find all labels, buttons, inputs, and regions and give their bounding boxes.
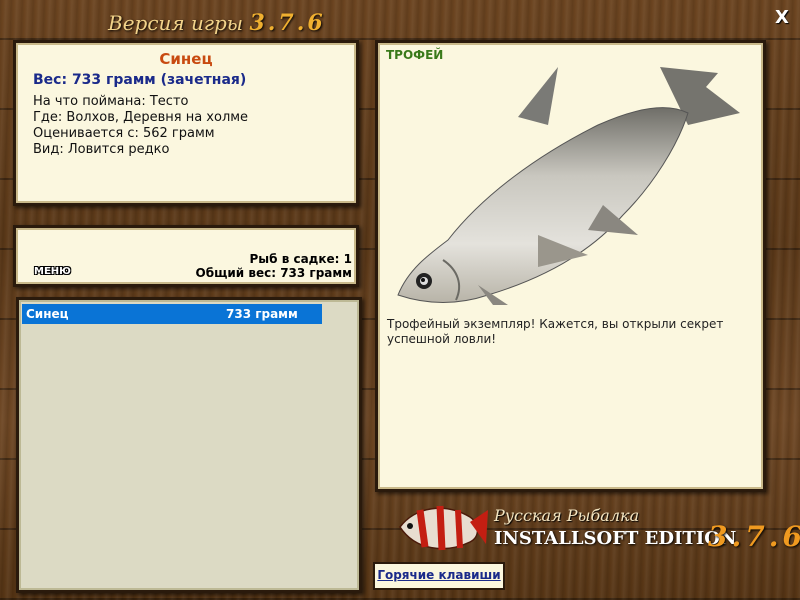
bream-fish-icon: [397, 67, 740, 305]
fish-list-weight: 733 грамм: [226, 307, 298, 321]
fish-list-name: Синец: [26, 307, 69, 321]
rated-from-line: Оценивается с: 562 грамм: [33, 126, 215, 141]
brand-version: 3.7.6: [708, 520, 800, 553]
close-button[interactable]: X: [772, 8, 792, 28]
catch-info-panel: Синец Вес: 733 грамм (зачетная) На что п…: [13, 40, 359, 206]
keepnet-fish-count: Рыб в садке: 1: [249, 252, 353, 266]
menu-button[interactable]: МЕНЮ: [34, 266, 71, 277]
window-version: 3.7.6: [249, 10, 326, 36]
fish-name: Синец: [159, 50, 213, 68]
fish-weight: Вес: 733 грамм (зачетная): [33, 72, 247, 88]
fish-list-panel: Синец 733 грамм: [16, 297, 362, 593]
fish-view-panel: ТРОФЕЙ Трофейный экземпляр! Кажется, вы …: [375, 40, 766, 492]
keepnet-summary-panel: МЕНЮ Рыб в садке: 1 Общий вес: 733 грамм: [13, 225, 359, 287]
fish-list-row[interactable]: Синец 733 грамм: [22, 304, 322, 324]
location-line: Где: Волхов, Деревня на холме: [33, 110, 249, 125]
brand-line2: INSTALLSOFT EDITION: [494, 528, 737, 549]
fish-description: Трофейный экземпляр! Кажется, вы открыли…: [387, 317, 724, 346]
red-striped-fish-logo-icon: [399, 505, 488, 551]
window-title: Версия игры 3.7.6: [108, 8, 326, 38]
rarity-line: Вид: Ловится редко: [33, 142, 170, 157]
brand-line1: Русская Рыбалка: [494, 506, 640, 525]
bait-line: На что поймана: Тесто: [33, 94, 189, 109]
brand-logo: Русская Рыбалка INSTALLSOFT EDITION 3.7.…: [390, 492, 800, 562]
window-title-text: Версия игры: [108, 11, 244, 35]
hotkeys-button[interactable]: Горячие клавиши: [373, 562, 505, 590]
keepnet-total-weight: Общий вес: 733 грамм: [195, 266, 352, 280]
